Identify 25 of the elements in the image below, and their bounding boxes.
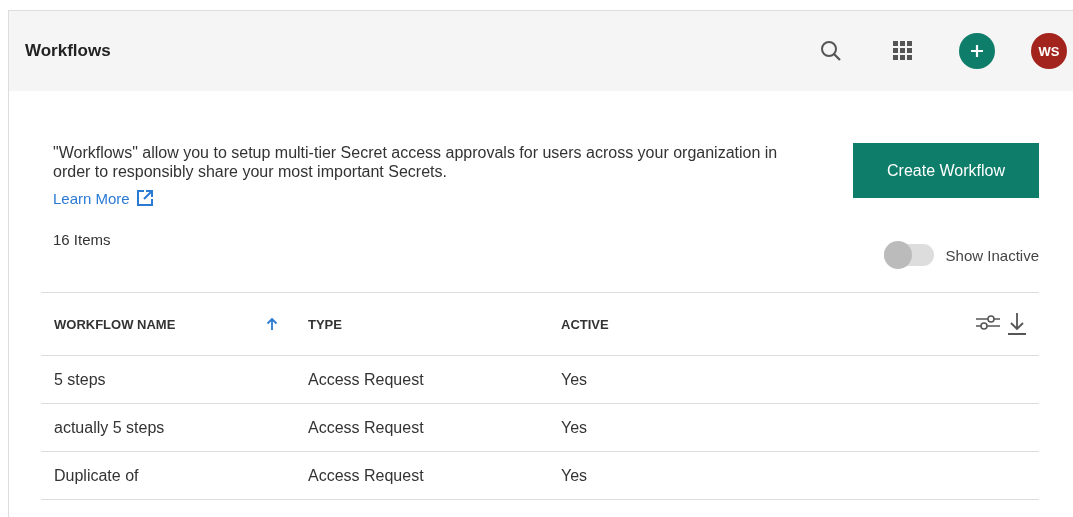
- table-cell-text: Access Request: [308, 370, 425, 389]
- create-workflow-button[interactable]: Create Workflow: [853, 143, 1039, 198]
- description-text: "Workflows" allow you to setup multi-tier Secret access approvals for users across your organization in order to responsibly share your most important Secrets.: [53, 143, 779, 181]
- table-cell-text: Yes: [561, 466, 589, 485]
- table-cell-text: Yes: [561, 370, 589, 389]
- page-title: Workflows: [25, 41, 112, 61]
- table-cell-text: Access Request: [308, 418, 425, 437]
- table-cell-text: 5 steps: [54, 370, 107, 389]
- sort-up-arrow-icon[interactable]: [266, 317, 278, 331]
- table-cell-text: Access Request: [308, 466, 425, 485]
- plus-icon: [969, 43, 985, 59]
- filter-sliders-icon[interactable]: [975, 312, 1001, 332]
- item-count: 16 Items: [53, 231, 112, 248]
- external-link-icon: [135, 189, 154, 207]
- table-cell-text: Duplicate of: [54, 466, 140, 485]
- toggle-label: Show Inactive: [945, 246, 1039, 264]
- add-button[interactable]: [959, 33, 995, 69]
- column-header[interactable]: WORKFLOW NAME: [54, 316, 176, 332]
- table-cell-text: actually 5 steps: [54, 418, 166, 437]
- download-icon[interactable]: [1007, 312, 1027, 336]
- column-header[interactable]: ACTIVE: [561, 316, 609, 332]
- column-header[interactable]: TYPE: [308, 316, 342, 332]
- user-avatar[interactable]: WS: [1031, 33, 1067, 69]
- table-cell-text: Yes: [561, 418, 589, 437]
- learn-more-link[interactable]: Learn More: [53, 189, 154, 207]
